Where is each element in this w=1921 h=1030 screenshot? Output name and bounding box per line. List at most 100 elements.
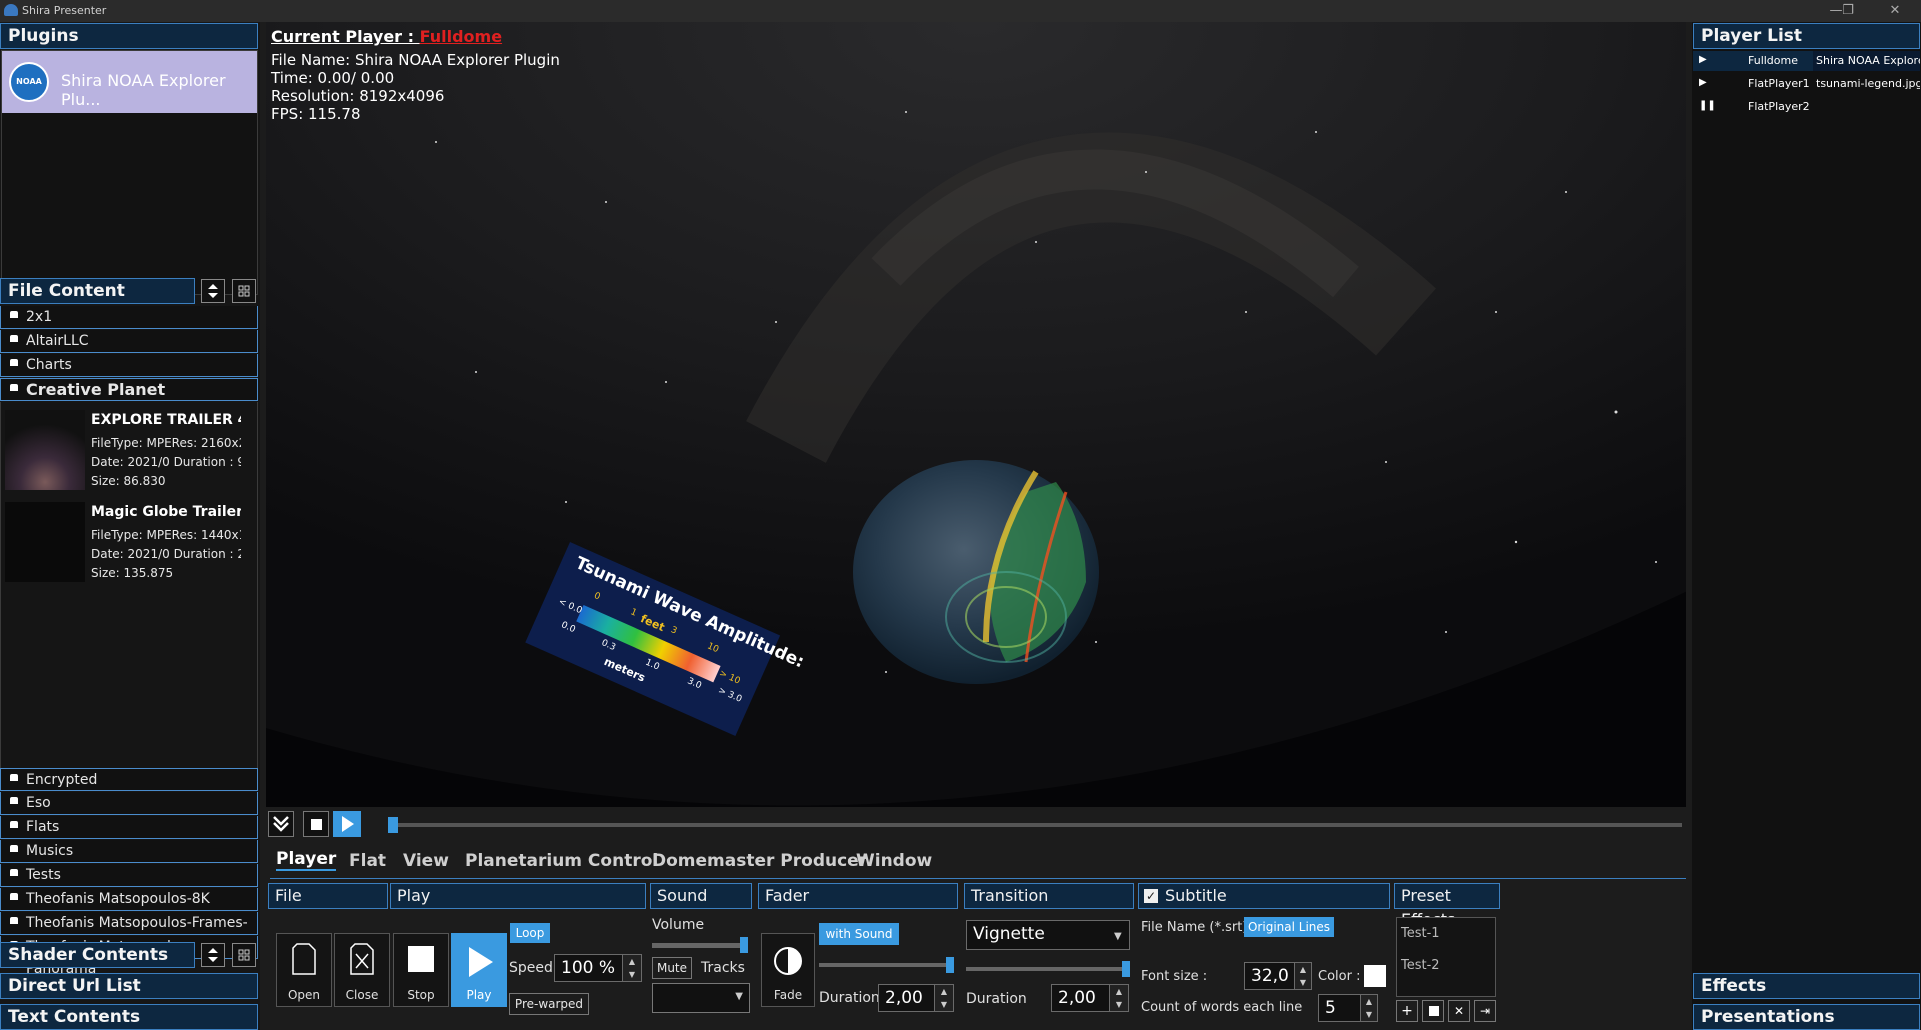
play-icon[interactable] [333,811,361,837]
play-button[interactable]: Play [451,933,507,1007]
file-icon [292,943,316,975]
fade-duration-input[interactable]: 2,00 [878,984,940,1012]
item-title: Magic Globe Trailer Fu [91,504,241,520]
transition-handle[interactable] [1122,961,1130,977]
folder-eso[interactable]: Eso [0,792,258,815]
stop-icon[interactable] [303,811,329,837]
restore-button[interactable]: ❐ [1838,2,1858,20]
plugin-label: Shira NOAA Explorer Plu... [61,71,226,109]
effects-header[interactable]: Effects [1693,973,1920,999]
seek-handle[interactable] [388,817,398,833]
section-subtitle: ✓ Subtitle [1138,883,1390,909]
tab-flat[interactable]: Flat [349,851,386,871]
subtitle-checkbox[interactable]: ✓ [1144,889,1158,903]
sort-icon[interactable] [201,943,225,967]
folder-flats[interactable]: Flats [0,816,258,839]
fader-handle[interactable] [946,957,954,973]
sky-background [266,22,1686,806]
folder-encrypted[interactable]: Encrypted [0,768,258,791]
stop-square-icon [408,946,434,972]
sort-icon[interactable] [201,279,225,303]
player-row-flatplayer2[interactable]: ❚❚ FlatPlayer2 [1693,97,1920,117]
tab-divider [270,878,1686,879]
transition-duration-spinner[interactable]: ▲ ▼ [1109,984,1129,1012]
folder-theofanis-8k[interactable]: Theofanis Matsopoulos-8K [0,888,258,911]
volume-slider[interactable] [652,943,748,948]
grid-view-icon[interactable] [232,279,256,303]
plugin-item-noaa[interactable]: NOAA Shira NOAA Explorer Plu... [2,51,257,113]
item-title: EXPLORE TRAILER 4I [91,412,241,428]
player-row-flatplayer1[interactable]: ▶ FlatPlayer1 tsunami-legend.jpg [1693,74,1920,94]
shader-header[interactable]: Shader Contents [0,942,195,968]
seek-bar[interactable] [388,823,1682,827]
folder-icon [10,311,18,318]
folder-creative-planet[interactable]: Creative Planet [0,378,258,401]
delete-preset-icon[interactable]: ✕ [1448,1000,1470,1022]
tracks-dropdown[interactable]: ▼ [652,983,750,1013]
section-file: File [268,883,388,909]
legend-tick: 0 [592,590,602,603]
with-sound-toggle[interactable]: with Sound [819,923,899,945]
preset-item[interactable]: Test-1 [1401,926,1440,941]
folder-altairllc[interactable]: AltairLLC [0,330,258,353]
add-preset-icon[interactable]: + [1396,1000,1418,1022]
speed-input[interactable]: 100 % [554,954,632,982]
stop-button[interactable]: Stop [393,933,449,1007]
transition-select[interactable]: Vignette [966,920,1130,950]
legend-meters-label: meters [602,654,648,685]
folder-icon [10,774,18,781]
close-window-button[interactable]: ✕ [1885,2,1905,20]
transition-duration-input[interactable]: 2,00 [1051,984,1113,1012]
folder-2x1[interactable]: 2x1 [0,306,258,329]
fade-duration-spinner[interactable]: ▲ ▼ [934,984,954,1012]
tracks-label: Tracks [701,960,745,976]
save-preset-icon[interactable] [1422,1000,1444,1022]
preset-item[interactable]: Test-2 [1401,958,1440,973]
mute-button[interactable]: Mute [652,957,692,979]
item-meta: Date: 2021/0 Duration : 20 [91,547,241,561]
tab-view[interactable]: View [403,851,449,871]
library-item[interactable]: EXPLORE TRAILER 4I FileType: MPERes: 216… [1,406,257,494]
tab-player[interactable]: Player [276,849,337,871]
text-contents-header[interactable]: Text Contents [0,1004,258,1030]
tab-window[interactable]: Window [856,851,932,871]
prewarped-toggle[interactable]: Pre-warped [509,993,589,1015]
fade-button[interactable]: Fade [761,933,815,1007]
legend-tick: 10 [705,641,721,656]
presentations-header[interactable]: Presentations [1693,1004,1920,1030]
folder-charts[interactable]: Charts [0,354,258,377]
words-spinner[interactable]: ▲ ▼ [1360,994,1378,1022]
speed-spinner[interactable]: ▲ ▼ [622,954,642,982]
tab-planetarium-control[interactable]: Planetarium Control [465,851,658,871]
folder-tests[interactable]: Tests [0,864,258,887]
item-meta: Date: 2021/0 Duration : 95 [91,455,241,469]
grid-view-icon[interactable] [232,943,256,967]
fade-icon [774,947,802,975]
folder-theofanis-frames[interactable]: Theofanis Matsopoulos-Frames-8k [0,912,258,953]
close-file-button[interactable]: Close [334,933,390,1007]
volume-handle[interactable] [740,937,748,953]
loop-toggle[interactable]: Loop [510,923,550,943]
export-preset-icon[interactable]: ⇥ [1474,1000,1496,1022]
folder-musics[interactable]: Musics [0,840,258,863]
color-swatch[interactable] [1364,965,1386,987]
collapse-down-icon[interactable] [268,811,294,837]
folder-icon [10,384,18,391]
font-size-label: Font size : [1141,969,1208,984]
section-preset-effects: Preset Effects [1394,883,1500,929]
section-fader: Fader [758,883,958,909]
direct-url-header[interactable]: Direct Url List [0,973,258,999]
folder-icon [10,845,18,852]
original-lines-toggle[interactable]: Original Lines [1244,917,1334,937]
transition-slider[interactable] [966,967,1130,971]
player-row-fulldome[interactable]: ▶ Fulldome Shira NOAA Explorer [1693,51,1920,71]
library-item[interactable]: Magic Globe Trailer Fu FileType: MPERes:… [1,498,257,586]
noaa-logo-icon: NOAA [9,62,49,102]
fader-slider[interactable] [819,963,953,967]
open-button[interactable]: Open [276,933,332,1007]
volume-label: Volume [652,917,705,933]
preset-list: Test-1 Test-2 [1396,917,1496,997]
tab-domemaster-producer[interactable]: Domemaster Producer [652,851,867,871]
dome-viewer[interactable]: Tsunami Wave Amplitude: feet 0 1 3 10 < … [266,22,1686,807]
font-size-spinner[interactable]: ▲ ▼ [1294,962,1312,990]
